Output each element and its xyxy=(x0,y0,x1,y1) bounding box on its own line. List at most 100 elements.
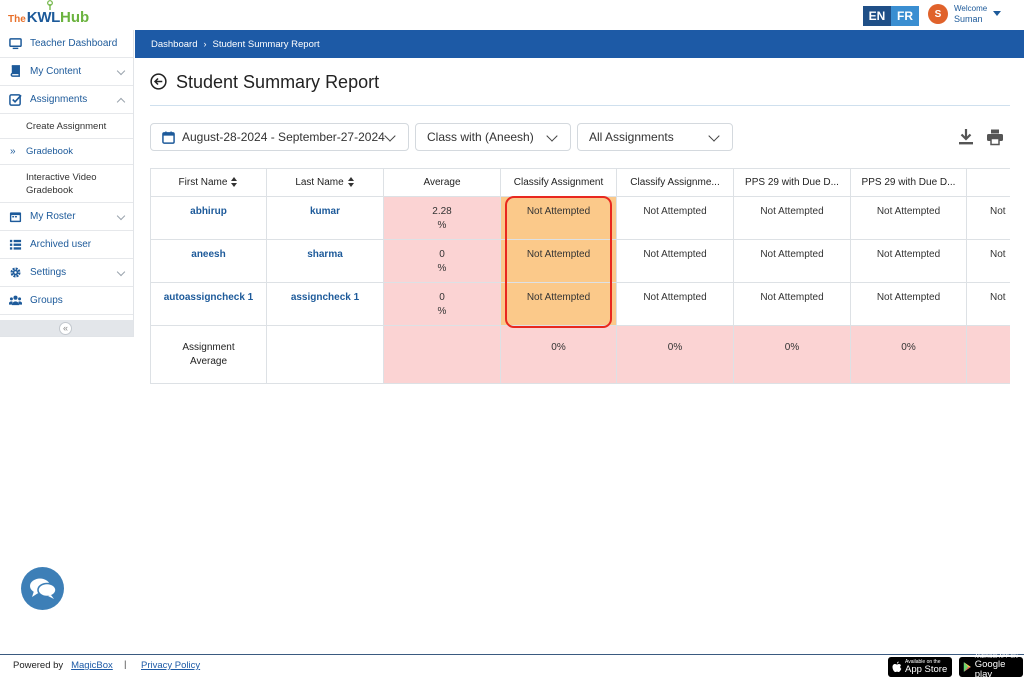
score-cell[interactable]: Not Attempted xyxy=(850,239,967,283)
sort-icon[interactable] xyxy=(347,177,355,188)
app-store-badge[interactable]: Available on the App Store xyxy=(888,657,952,677)
print-icon[interactable] xyxy=(986,128,1004,146)
chevron-down-icon xyxy=(384,130,396,142)
column-header-assignment[interactable] xyxy=(966,168,1010,197)
chevron-down-icon xyxy=(708,130,720,142)
sidebar-item-my-content[interactable]: My Content xyxy=(0,58,133,86)
sidebar-item-archived-user[interactable]: Archived user xyxy=(0,231,133,259)
sidebar-collapse-bar: « xyxy=(0,320,133,336)
score-cell[interactable]: Not Attempted xyxy=(616,239,734,283)
sidebar-item-label: Archived user xyxy=(30,239,92,250)
assignment-average-label: Assignment Average xyxy=(150,325,267,384)
chevron-down-icon xyxy=(116,66,126,76)
score-cell[interactable]: Not Attempted xyxy=(850,196,967,240)
first-name-link[interactable]: autoassigncheck 1 xyxy=(150,282,267,326)
breadcrumb-separator: › xyxy=(203,39,207,49)
assignment-average-value: 0% xyxy=(850,325,967,384)
chevron-down-icon xyxy=(116,267,126,277)
avatar[interactable]: S xyxy=(928,4,948,24)
score-cell[interactable]: Not Attempted xyxy=(500,239,617,283)
average-value: 0 xyxy=(439,249,445,260)
assignment-average-value: 0% xyxy=(616,325,734,384)
average-cell xyxy=(383,325,501,384)
sidebar-item-interactive-video-gradebook[interactable]: Interactive Video Gradebook xyxy=(0,165,133,203)
column-header-average: Average xyxy=(383,168,501,197)
score-cell[interactable]: Not Attempted xyxy=(616,196,734,240)
sidebar-item-my-roster[interactable]: My Roster xyxy=(0,203,133,231)
kwl-hub-logo[interactable]: The KWL Hub xyxy=(8,0,90,27)
assignment-average-value: 0% xyxy=(733,325,851,384)
sidebar-item-assignments[interactable]: Assignments xyxy=(0,86,133,114)
date-range-value: August-28-2024 - September-27-2024 xyxy=(182,130,385,144)
language-en-button[interactable]: EN xyxy=(863,6,891,26)
checkbox-icon xyxy=(9,94,22,106)
column-header-label: Last Name xyxy=(295,177,344,188)
column-header-assignment[interactable]: Classify Assignme... xyxy=(616,168,734,197)
breadcrumb-dashboard-link[interactable]: Dashboard xyxy=(151,39,197,50)
average-value: 0 xyxy=(439,292,445,303)
sidebar-item-teacher-dashboard[interactable]: Teacher Dashboard xyxy=(0,30,133,58)
users-icon xyxy=(9,295,22,306)
collapse-sidebar-button[interactable]: « xyxy=(59,322,72,335)
empty-cell xyxy=(266,325,384,384)
score-cell[interactable]: Not xyxy=(966,196,1010,240)
user-menu-caret-icon[interactable] xyxy=(993,11,1001,16)
column-header-first-name[interactable]: First Name xyxy=(150,168,267,197)
apple-icon xyxy=(892,661,902,672)
chat-bubbles-icon xyxy=(29,578,57,599)
first-name-link[interactable]: abhirup xyxy=(150,196,267,240)
column-header-assignment[interactable]: PPS 29 with Due D... xyxy=(850,168,967,197)
sprout-icon xyxy=(47,0,53,10)
average-unit: % xyxy=(437,263,447,274)
sidebar-item-gradebook[interactable]: » Gradebook xyxy=(0,139,133,165)
score-cell[interactable]: Not Attempted xyxy=(733,239,851,283)
google-play-text: Google play xyxy=(974,659,1006,680)
assignments-select-value: All Assignments xyxy=(589,130,674,144)
sidebar-item-create-assignment[interactable]: Create Assignment xyxy=(0,114,133,139)
last-name-link[interactable]: sharma xyxy=(266,239,384,283)
first-name-link[interactable]: aneesh xyxy=(150,239,267,283)
powered-by: Powered by MagicBox xyxy=(13,660,113,671)
score-cell[interactable]: Not xyxy=(966,282,1010,326)
sidebar-item-settings[interactable]: Settings xyxy=(0,259,133,287)
last-name-link[interactable]: kumar xyxy=(266,196,384,240)
user-menu[interactable]: Welcome Suman xyxy=(954,4,987,24)
column-header-last-name[interactable]: Last Name xyxy=(266,168,384,197)
logo-the: The xyxy=(8,14,26,25)
privacy-policy-link[interactable]: Privacy Policy xyxy=(141,660,200,671)
score-cell[interactable]: Not Attempted xyxy=(500,196,617,240)
score-cell[interactable]: Not Attempted xyxy=(500,282,617,326)
magicbox-link[interactable]: MagicBox xyxy=(71,660,113,671)
sort-icon[interactable] xyxy=(231,177,238,188)
score-cell[interactable]: Not Attempted xyxy=(616,282,734,326)
logo-hub: Hub xyxy=(60,9,90,26)
score-cell[interactable]: Not Attempted xyxy=(850,282,967,326)
assignments-select[interactable]: All Assignments xyxy=(577,123,733,151)
date-range-picker[interactable]: August-28-2024 - September-27-2024 xyxy=(150,123,409,151)
google-play-badge[interactable]: ANDROID APP ON Google play xyxy=(959,654,1023,680)
last-name-link[interactable]: assigncheck 1 xyxy=(266,282,384,326)
language-fr-button[interactable]: FR xyxy=(891,6,919,26)
app-store-text: App Store xyxy=(905,664,948,675)
logo-kwl: KWL xyxy=(26,9,61,26)
top-bar: The KWL Hub EN FR S Welcome Suman xyxy=(0,0,1024,30)
class-select[interactable]: Class with (Aneesh) xyxy=(415,123,571,151)
back-arrow-icon[interactable] xyxy=(150,73,167,90)
sidebar-item-groups[interactable]: Groups xyxy=(0,287,133,315)
chevron-down-icon xyxy=(116,211,126,221)
column-header-assignment[interactable]: PPS 29 with Due D... xyxy=(733,168,851,197)
score-cell[interactable]: Not Attempted xyxy=(733,282,851,326)
assignment-average-text: Assignment Average xyxy=(182,342,235,367)
average-unit: % xyxy=(437,220,447,231)
assignment-average-row: Assignment Average 0% 0% 0% 0% xyxy=(150,325,1010,384)
table-row: abhirup kumar 2.28% Not Attempted Not At… xyxy=(150,196,1010,240)
score-cell[interactable]: Not Attempted xyxy=(733,196,851,240)
score-cell[interactable]: Not xyxy=(966,239,1010,283)
chat-button[interactable] xyxy=(21,567,64,610)
footer: Powered by MagicBox | Privacy Policy Ava… xyxy=(0,654,1024,682)
calendar-icon xyxy=(162,130,175,144)
calendar-icon xyxy=(9,212,22,223)
download-icon[interactable] xyxy=(957,128,975,146)
column-header-assignment[interactable]: Classify Assignment xyxy=(500,168,617,197)
powered-by-label: Powered by xyxy=(13,660,64,671)
